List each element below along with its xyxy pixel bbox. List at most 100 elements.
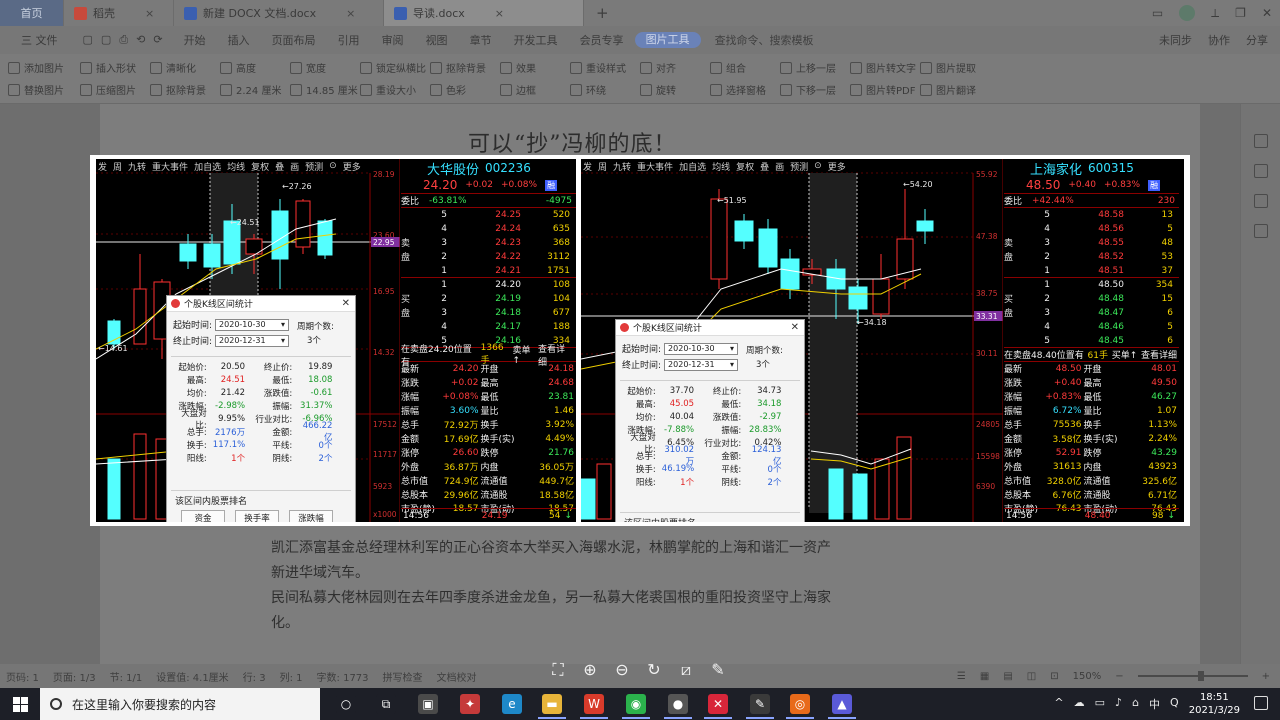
sidebar-pointer-icon[interactable] — [1254, 164, 1268, 178]
chart-toolbar-item[interactable]: 均线 — [227, 160, 245, 173]
ribbon-button[interactable]: 环绕 — [570, 82, 606, 97]
tray-icon[interactable]: ♪ — [1115, 696, 1122, 712]
view-mode-icon[interactable]: ◫ — [1027, 671, 1036, 682]
ribbon-button[interactable]: 效果 — [500, 60, 536, 75]
wps-icon[interactable]: W — [584, 694, 604, 714]
menu-item[interactable]: 会员专享 — [569, 32, 635, 48]
close-icon[interactable]: ✕ — [791, 322, 799, 333]
cortana-icon[interactable]: ○ — [336, 694, 356, 714]
document-tab[interactable]: 首页 — [0, 0, 64, 26]
sidebar-edit-icon[interactable] — [1254, 134, 1268, 148]
ribbon-button[interactable]: 高度 — [220, 60, 256, 75]
chart-toolbar-item[interactable]: 重大事件 — [637, 160, 673, 173]
quick-access-icon[interactable]: ⟲ — [136, 33, 145, 47]
chart-toolbar-item[interactable]: 周 — [598, 160, 607, 173]
task-view-icon[interactable]: ⧉ — [376, 694, 396, 714]
menu-item[interactable]: 审阅 — [371, 32, 415, 48]
zoom-slider-knob[interactable] — [1197, 671, 1204, 681]
avatar[interactable] — [1179, 5, 1196, 21]
chart-toolbar-item[interactable]: 重大事件 — [152, 160, 188, 173]
rank-button[interactable]: 涨跌幅 — [289, 510, 333, 522]
chart-toolbar-item[interactable]: 叠 — [275, 160, 284, 173]
browser-icon[interactable]: ◎ — [790, 694, 810, 714]
ribbon-button[interactable]: 重设大小 — [360, 82, 416, 97]
zoom-out-icon[interactable]: − — [1115, 671, 1123, 682]
menu-action[interactable]: 协作 — [1208, 32, 1230, 48]
notification-icon[interactable] — [1254, 696, 1268, 710]
interval-stats-dialog[interactable]: 个股K线区间统计 ✕ 起始时间: 2020-10-30 ▾ 终止时间: 2020-12-31… — [166, 295, 356, 522]
ribbon-button[interactable]: 组合 — [710, 60, 746, 75]
xmind-icon[interactable]: ✕ — [708, 694, 728, 714]
menu-action[interactable]: 分享 — [1246, 32, 1268, 48]
add-tab-button[interactable]: + — [584, 4, 621, 22]
menu-item[interactable]: 章节 — [459, 32, 503, 48]
clock[interactable]: 18:51 2021/3/29 — [1189, 691, 1240, 717]
store-icon[interactable]: ▣ — [418, 694, 438, 714]
ribbon-button[interactable]: 图片转PDF — [850, 82, 915, 97]
ribbon-button[interactable]: 2.24 厘米 — [220, 82, 281, 97]
crop-icon[interactable]: ⧄ — [674, 658, 698, 682]
view-mode-icon[interactable]: ▦ — [980, 671, 989, 682]
tray-icon[interactable]: ^ — [1054, 696, 1063, 712]
command-search[interactable]: 查找命令、搜索模板 — [715, 32, 814, 48]
chart-toolbar-item[interactable]: 画 — [290, 160, 299, 173]
chart-toolbar-item[interactable]: 九转 — [613, 160, 631, 173]
menu-item[interactable]: 三 文件 — [10, 32, 69, 48]
document-tab[interactable]: 稻壳 × — [64, 0, 174, 26]
date-select[interactable]: 2020-12-31 ▾ — [664, 358, 739, 371]
zoom-slider[interactable] — [1137, 671, 1248, 681]
zoom-in-icon[interactable]: ⊕ — [578, 658, 602, 682]
close-icon[interactable]: × — [346, 7, 355, 20]
start-button[interactable] — [0, 688, 40, 720]
close-icon[interactable]: × — [145, 7, 154, 20]
ribbon-button[interactable]: 抠除背景 — [430, 60, 486, 75]
stock-screenshot-image[interactable]: ←27.26 ←24.51 ←14.61 28.19 23.60 16.95 14.32 17… — [90, 155, 1190, 526]
quick-access-icon[interactable]: ▢ — [101, 33, 111, 47]
taskbar-search-box[interactable]: 在这里输入你要搜索的内容 — [40, 688, 320, 720]
menu-item[interactable]: 开始 — [173, 32, 217, 48]
ribbon-button[interactable]: 重设样式 — [570, 60, 626, 75]
menu-item[interactable]: 插入 — [217, 32, 261, 48]
pin-icon[interactable]: ⟂ — [1211, 6, 1219, 21]
ribbon-button[interactable]: 抠除背景 — [150, 82, 206, 97]
chart-toolbar-item[interactable]: 更多 — [828, 160, 846, 173]
ribbon-button[interactable]: 14.85 厘米 — [290, 82, 358, 97]
fit-icon[interactable]: ⛶ — [546, 658, 570, 682]
chart-toolbar-item[interactable]: 发 — [583, 160, 592, 173]
layout-icon[interactable]: ▭ — [1152, 6, 1163, 20]
ribbon-button[interactable]: 选择窗格 — [710, 82, 766, 97]
ribbon-button[interactable]: 图片提取 — [920, 60, 976, 75]
menu-item[interactable]: 开发工具 — [503, 32, 569, 48]
menu-item[interactable]: 图片工具 — [634, 32, 701, 48]
ribbon-button[interactable]: 色彩 — [430, 82, 466, 97]
menu-item[interactable]: 引用 — [327, 32, 371, 48]
chart-toolbar-item[interactable]: 预测 — [790, 160, 808, 173]
ribbon-button[interactable]: 上移一层 — [780, 60, 836, 75]
edge-icon[interactable]: e — [502, 694, 522, 714]
sidebar-adjust-icon[interactable] — [1254, 194, 1268, 208]
chart-toolbar-item[interactable]: 九转 — [128, 160, 146, 173]
ribbon-button[interactable]: 边框 — [500, 82, 536, 97]
ribbon-button[interactable]: 图片转文字 — [850, 60, 916, 75]
menu-action[interactable]: 未同步 — [1159, 32, 1192, 48]
view-detail-link[interactable]: 查看详细 — [1141, 348, 1177, 361]
chart-toolbar-item[interactable]: 叠 — [760, 160, 769, 173]
menu-item[interactable]: 页面布局 — [261, 32, 327, 48]
quick-access-icon[interactable]: ⎙ — [119, 33, 128, 47]
chart-toolbar-item[interactable]: 加自选 — [194, 160, 221, 173]
close-icon[interactable]: × — [495, 7, 504, 20]
view-mode-icon[interactable]: ⊡ — [1050, 671, 1058, 682]
chart-toolbar-item[interactable]: 画 — [775, 160, 784, 173]
ribbon-button[interactable]: 旋转 — [640, 82, 676, 97]
rank-button[interactable]: 资金 — [181, 510, 225, 522]
ribbon-button[interactable]: 替换图片 — [8, 82, 64, 97]
chart-toolbar-item[interactable]: 预测 — [305, 160, 323, 173]
menu-item[interactable]: 视图 — [415, 32, 459, 48]
tray-icon[interactable]: Q — [1170, 696, 1179, 712]
ribbon-button[interactable]: 压缩图片 — [80, 82, 136, 97]
chart-toolbar-item[interactable]: 复权 — [736, 160, 754, 173]
tool-icon[interactable]: ✎ — [750, 694, 770, 714]
zoom-level[interactable]: 150% — [1073, 671, 1102, 682]
media-icon[interactable]: ● — [668, 694, 688, 714]
ribbon-button[interactable]: 清晰化 — [150, 60, 196, 75]
